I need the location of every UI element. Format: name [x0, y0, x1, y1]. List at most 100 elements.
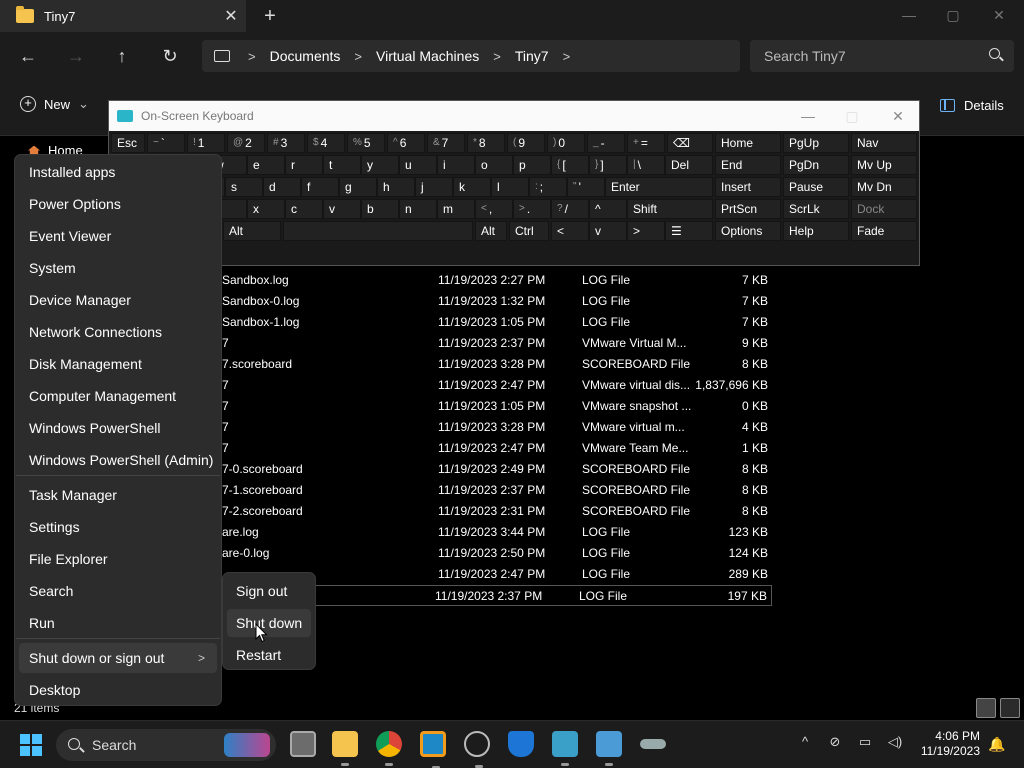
osk-key-0[interactable]: ) 0 [547, 133, 585, 153]
osk-key-home[interactable]: Home [715, 133, 781, 153]
maximize-button[interactable]: ▢ [930, 0, 976, 32]
new-button[interactable]: + New ⌄ [20, 96, 89, 112]
osk-key-mv-up[interactable]: Mv Up [851, 155, 917, 175]
osk-key-8[interactable]: * 8 [467, 133, 505, 153]
osk-key-prtscn[interactable]: PrtScn [715, 199, 781, 219]
osk-key-4[interactable]: $4 [307, 133, 345, 153]
osk-key-m[interactable]: m [437, 199, 475, 219]
notification-bell-icon[interactable]: 🔔 [988, 736, 1005, 752]
file-row[interactable]: 7 11/19/2023 2:37 PM VMware Virtual M... 9 … [222, 333, 772, 354]
file-row[interactable]: Sandbox.log 11/19/2023 2:27 PM LOG File 7 K… [222, 270, 772, 291]
osk-key-shift[interactable]: Shift [627, 199, 713, 219]
menu-item-power-options[interactable]: Power Options [16, 189, 220, 219]
task-view-icon[interactable] [290, 731, 316, 757]
file-row[interactable]: 7 11/19/2023 2:47 PM VMware virtual dis...… [222, 375, 772, 396]
osk-key-insert[interactable]: Insert [715, 177, 781, 197]
refresh-button[interactable]: ↻ [156, 44, 184, 68]
osk-key-f[interactable]: f [301, 177, 339, 197]
details-view-icon[interactable] [976, 698, 996, 718]
file-row[interactable]: 7-1.scoreboard 11/19/2023 2:37 PM SCOREBOA… [222, 480, 772, 501]
osk-key--[interactable]: ⌫ [667, 133, 713, 153]
osk-key--[interactable]: ? / [551, 199, 589, 219]
menu-item-installed-apps[interactable]: Installed apps [16, 157, 220, 187]
osk-key-y[interactable]: y [361, 155, 399, 175]
menu-item-shut-down-or-sign-out[interactable]: Shut down or sign out > [19, 643, 217, 673]
osk-key-l[interactable]: l [491, 177, 529, 197]
osk-key-space[interactable] [283, 221, 473, 241]
chrome-icon[interactable] [376, 731, 402, 766]
menu-item-device-manager[interactable]: Device Manager [16, 285, 220, 315]
osk-key--[interactable]: > [627, 221, 665, 241]
osk-key--[interactable]: ^ [589, 199, 627, 219]
osk-key-b[interactable]: b [361, 199, 399, 219]
menu-item-disk-management[interactable]: Disk Management [16, 349, 220, 379]
forward-button[interactable]: → [62, 44, 90, 68]
menu-item-task-manager[interactable]: Task Manager [16, 480, 220, 510]
file-row[interactable]: Sandbox-1.log 11/19/2023 1:05 PM LOG File 7… [222, 312, 772, 333]
osk-key-2[interactable]: @2 [227, 133, 265, 153]
osk-key--[interactable]: <, [475, 199, 513, 219]
minimize-button[interactable]: — [886, 0, 932, 32]
osk-key-alt[interactable]: Alt [223, 221, 281, 241]
osk-key-pgup[interactable]: PgUp [783, 133, 849, 153]
osk-key-h[interactable]: h [377, 177, 415, 197]
submenu-item-sign-out[interactable]: Sign out [227, 577, 311, 605]
security-shield-icon[interactable] [508, 731, 534, 757]
display-icon[interactable]: ▭ [856, 733, 874, 751]
osk-key-nav[interactable]: Nav [851, 133, 917, 153]
osk-key-p[interactable]: p [513, 155, 551, 175]
network-icon[interactable]: ⊘ [826, 733, 844, 751]
file-row[interactable]: 7 11/19/2023 2:47 PM VMware Team Me... 1 KB [222, 438, 772, 459]
new-tab-button[interactable]: + [258, 4, 282, 28]
osk-key-k[interactable]: k [453, 177, 491, 197]
submenu-item-restart[interactable]: Restart [227, 641, 311, 669]
file-row[interactable]: are-0.log 11/19/2023 2:50 PM LOG File 124 K… [222, 543, 772, 564]
osk-key-pause[interactable]: Pause [783, 177, 849, 197]
osk-key-r[interactable]: r [285, 155, 323, 175]
osk-key--[interactable]: _ - [587, 133, 625, 153]
address-bar[interactable]: > Documents > Virtual Machines > Tiny7 > [202, 40, 740, 72]
app-icon[interactable] [640, 739, 666, 749]
breadcrumb-tiny7[interactable]: Tiny7 [515, 48, 549, 64]
tab-close-button[interactable]: ✕ [216, 6, 246, 26]
osk-key-v[interactable]: v [589, 221, 627, 241]
osk-key--[interactable]: < [551, 221, 589, 241]
osk-key-options[interactable]: Options [715, 221, 781, 241]
back-button[interactable]: ← [14, 44, 42, 68]
file-row[interactable]: 7 11/19/2023 1:05 PM VMware snapshot ... 0 … [222, 396, 772, 417]
osk-key-mv-dn[interactable]: Mv Dn [851, 177, 917, 197]
volume-icon[interactable]: ◁) [886, 733, 904, 751]
tiles-view-icon[interactable] [1000, 698, 1020, 718]
menu-item-event-viewer[interactable]: Event Viewer [16, 221, 220, 251]
tab-tiny7[interactable]: Tiny7 ✕ [0, 0, 246, 32]
vmware-icon[interactable] [420, 731, 446, 768]
osk-key-dock[interactable]: Dock [851, 199, 917, 219]
osk-key--[interactable]: " ' [567, 177, 605, 197]
breadcrumb-separator[interactable]: > [493, 49, 501, 64]
osk-key-alt[interactable]: Alt [475, 221, 507, 241]
breadcrumb-documents[interactable]: Documents [270, 48, 341, 64]
osk-key-9[interactable]: (9 [507, 133, 545, 153]
osk-key-d[interactable]: d [263, 177, 301, 197]
on-screen-keyboard-icon[interactable] [552, 731, 578, 766]
menu-item-network-connections[interactable]: Network Connections [16, 317, 220, 347]
details-button[interactable]: Details [940, 98, 1004, 113]
file-row[interactable]: 7 11/19/2023 3:28 PM VMware virtual m... 4 … [222, 417, 772, 438]
osk-key-v[interactable]: v [323, 199, 361, 219]
osk-key-u[interactable]: u [399, 155, 437, 175]
osk-key--[interactable]: :; [529, 177, 567, 197]
osk-key-ctrl[interactable]: Ctrl [509, 221, 549, 241]
menu-item-file-explorer[interactable]: File Explorer [16, 544, 220, 574]
file-row[interactable]: are.log 11/19/2023 3:44 PM LOG File 123 KB [222, 522, 772, 543]
osk-close-button[interactable]: ✕ [875, 101, 921, 131]
menu-item-search[interactable]: Search [16, 576, 220, 606]
taskbar-search[interactable]: Search [56, 729, 276, 761]
osk-key-o[interactable]: o [475, 155, 513, 175]
osk-key-j[interactable]: j [415, 177, 453, 197]
osk-key--[interactable]: }] [589, 155, 627, 175]
osk-key-1[interactable]: ! 1 [187, 133, 225, 153]
osk-key-pgdn[interactable]: PgDn [783, 155, 849, 175]
osk-key-t[interactable]: t [323, 155, 361, 175]
osk-key-7[interactable]: & 7 [427, 133, 465, 153]
breadcrumb-virtual-machines[interactable]: Virtual Machines [376, 48, 479, 64]
